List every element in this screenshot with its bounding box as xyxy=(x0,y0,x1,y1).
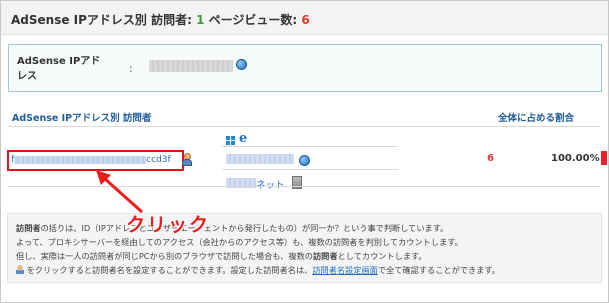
edge-icon: e xyxy=(239,131,248,146)
pageview-count: 6 xyxy=(301,13,310,27)
globe-icon[interactable] xyxy=(236,59,247,70)
share-percent: 100.00% xyxy=(551,153,600,164)
share-bar xyxy=(601,151,607,165)
network-suffix: ネット xyxy=(256,177,285,191)
title-prefix: AdSense IPアドレス別 訪問者: xyxy=(11,13,197,27)
ip-colon: : xyxy=(129,62,133,75)
pageview-count-cell: 6 xyxy=(487,153,494,164)
windows-icon xyxy=(226,136,235,145)
detail-ip-blurred[interactable] xyxy=(226,154,294,164)
user-icon xyxy=(16,265,24,274)
note-line-4: をクリックすると訪問者名を設定することができます。設定した訪問者名は、訪問者名設… xyxy=(16,265,500,275)
page-header: AdSense IPアドレス別 訪問者: 1 ページビュー数: 6 xyxy=(1,1,608,35)
user-icon[interactable] xyxy=(181,153,192,166)
visitor-count: 1 xyxy=(196,13,205,27)
globe-icon[interactable] xyxy=(299,155,310,166)
visitor-id-blurred xyxy=(14,155,147,164)
page-title: AdSense IPアドレス別 訪問者: 1 ページビュー数: 6 xyxy=(11,11,310,28)
visitor-id-link[interactable]: f ccd3f xyxy=(11,155,177,165)
note-line-1: 訪問者の括りは、ID（IPアドレスとユーザーエージェントから発行したもの）が同一… xyxy=(16,223,449,233)
row-divider xyxy=(8,186,600,187)
click-annotation: クリック xyxy=(126,214,211,236)
table-header: AdSense IPアドレス別 訪問者 全体に占める割合 xyxy=(8,104,600,127)
detail-network-row: ネット xyxy=(222,172,398,192)
column-visitor-header: AdSense IPアドレス別 訪問者 xyxy=(12,113,152,124)
pageviews-label: ページビュー数: xyxy=(208,13,302,27)
note-line-2: よって、プロキシサーバーを経由してのアクセス（会社からのアクセス等）も、複数の訪… xyxy=(16,237,463,247)
note-line-3: 但し、実際は一人の訪問者が同じPCから別のブラウザで訪問した場合も、複数の訪問者… xyxy=(16,251,427,261)
notes-box: 訪問者の括りは、ID（IPアドレスとユーザーエージェントから発行したもの）が同一… xyxy=(7,213,602,283)
ip-info-box: AdSense IPアドレス : xyxy=(8,44,602,92)
visitor-name-settings-link[interactable]: 訪問者名設定画面 xyxy=(312,265,378,275)
visitor-id-suffix: ccd3f xyxy=(146,155,171,165)
ip-label: AdSense IPアドレス xyxy=(17,56,101,82)
ip-address-value xyxy=(149,60,233,72)
column-share-header: 全体に占める割合 xyxy=(497,113,574,124)
building-icon xyxy=(292,176,302,189)
detail-ip-row xyxy=(222,146,398,170)
